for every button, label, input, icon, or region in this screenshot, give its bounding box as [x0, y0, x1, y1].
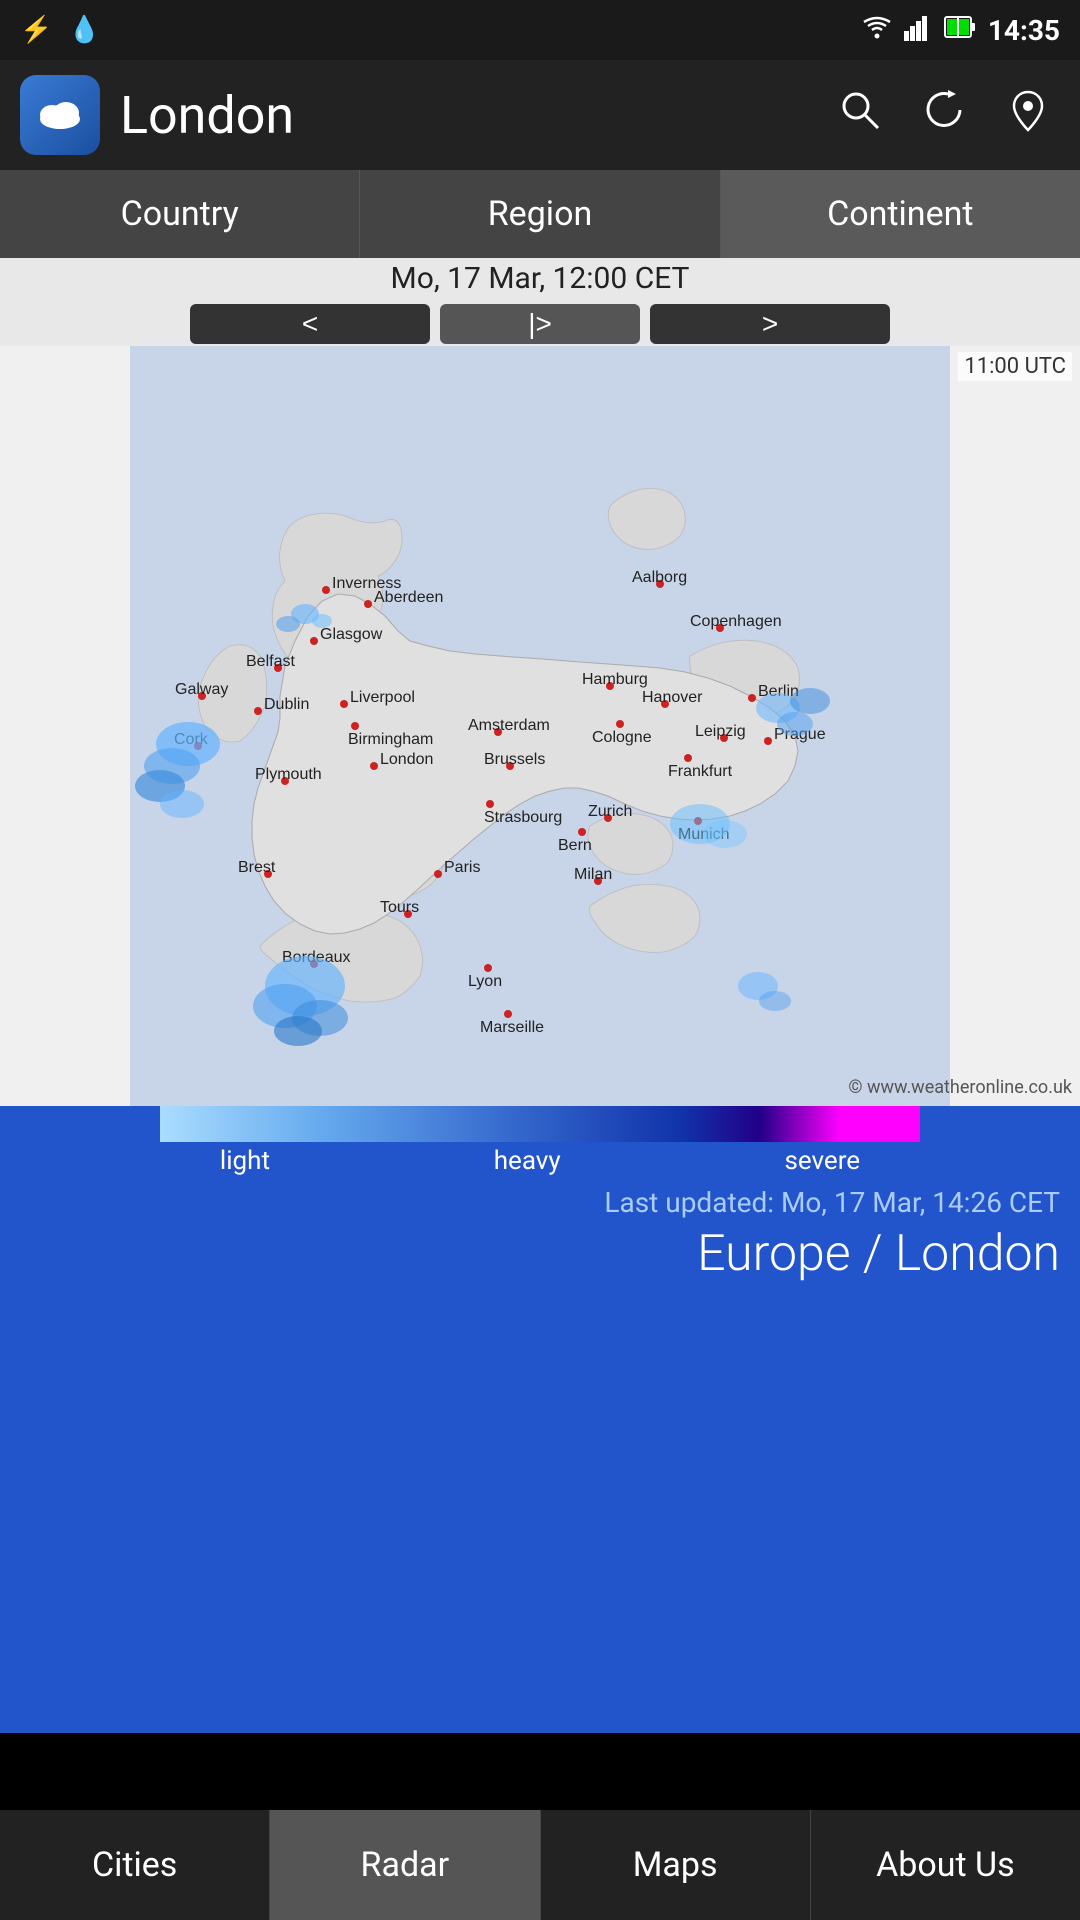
svg-text:Paris: Paris [444, 859, 480, 876]
svg-text:Aberdeen: Aberdeen [374, 589, 443, 606]
svg-text:Hamburg: Hamburg [582, 671, 648, 688]
blue-fill-area [0, 1303, 1080, 1733]
svg-text:Leipzig: Leipzig [695, 723, 746, 740]
datetime-label: Mo, 17 Mar, 12:00 CET [391, 261, 690, 296]
last-updated-label: Last updated: Mo, 17 Mar, 14:26 CET [604, 1186, 1060, 1219]
app-icon [20, 75, 100, 155]
status-bar: ⚡ 💧 [0, 0, 1080, 60]
svg-text:Aalborg: Aalborg [632, 569, 687, 586]
prev-button[interactable]: < [190, 304, 430, 344]
svg-text:Amsterdam: Amsterdam [468, 717, 550, 734]
legend-heavy-label: heavy [494, 1146, 561, 1176]
play-button[interactable]: |> [440, 304, 640, 344]
svg-text:Brussels: Brussels [484, 751, 545, 768]
legend: light heavy severe [0, 1106, 1080, 1176]
bottom-nav: Cities Radar Maps About Us [0, 1810, 1080, 1920]
svg-text:Dublin: Dublin [264, 696, 309, 713]
bottom-tab-cities[interactable]: Cities [0, 1810, 270, 1920]
battery-icon [944, 13, 976, 48]
svg-text:Marseille: Marseille [480, 1019, 544, 1036]
svg-text:Bern: Bern [558, 837, 592, 854]
svg-text:Plymouth: Plymouth [255, 766, 322, 783]
legend-light-label: light [220, 1146, 270, 1176]
usb-icon: ⚡ [20, 15, 52, 45]
tab-country[interactable]: Country [0, 170, 360, 258]
map-container[interactable]: Inverness Aberdeen Glasgow Belfast Galwa… [0, 346, 1080, 1106]
refresh-icon[interactable] [922, 88, 966, 143]
tab-continent[interactable]: Continent [721, 170, 1080, 258]
search-icon[interactable] [838, 88, 882, 143]
svg-text:Birmingham: Birmingham [348, 731, 433, 748]
drop-icon: 💧 [68, 15, 100, 45]
wifi-icon [862, 13, 892, 48]
svg-text:Tours: Tours [380, 899, 419, 916]
datetime-nav: Mo, 17 Mar, 12:00 CET < |> > [0, 258, 1080, 346]
bottom-tab-maps[interactable]: Maps [541, 1810, 811, 1920]
svg-text:Zurich: Zurich [588, 803, 632, 820]
legend-severe-label: severe [784, 1146, 860, 1176]
svg-text:Frankfurt: Frankfurt [668, 763, 733, 780]
location-icon[interactable] [1006, 88, 1050, 143]
signal-icon [904, 13, 932, 48]
app-title: London [120, 85, 818, 146]
svg-text:Hanover: Hanover [642, 689, 703, 706]
svg-text:Copenhagen: Copenhagen [690, 613, 782, 630]
tab-bar: Country Region Continent [0, 170, 1080, 258]
svg-text:Liverpool: Liverpool [350, 689, 415, 706]
info-panel: Last updated: Mo, 17 Mar, 14:26 CET Euro… [0, 1176, 1080, 1303]
svg-text:London: London [380, 751, 433, 768]
app-bar: London [0, 60, 1080, 170]
map-time-label: 11:00 UTC [958, 352, 1072, 381]
next-button[interactable]: > [650, 304, 890, 344]
svg-text:Brest: Brest [238, 859, 276, 876]
svg-text:Cologne: Cologne [592, 729, 652, 746]
svg-text:Belfast: Belfast [246, 653, 295, 670]
svg-text:Strasbourg: Strasbourg [484, 809, 562, 826]
svg-text:Lyon: Lyon [468, 973, 502, 990]
svg-text:Milan: Milan [574, 866, 612, 883]
svg-text:Galway: Galway [175, 681, 228, 698]
copyright-label: © www.weatheronline.co.uk [848, 1077, 1072, 1098]
tab-region[interactable]: Region [360, 170, 720, 258]
bottom-tab-about[interactable]: About Us [811, 1810, 1080, 1920]
bottom-tab-radar[interactable]: Radar [270, 1810, 540, 1920]
svg-text:Glasgow: Glasgow [320, 626, 383, 643]
time-display: 14:35 [988, 14, 1060, 47]
location-label: Europe / London [697, 1225, 1060, 1283]
